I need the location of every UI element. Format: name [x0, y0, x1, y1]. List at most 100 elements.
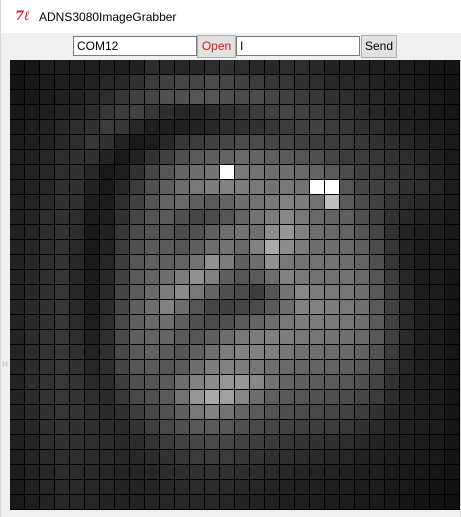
pixel-cell — [325, 270, 339, 284]
pixel-cell — [10, 75, 24, 89]
pixel-cell — [25, 165, 39, 179]
pixel-cell — [430, 345, 444, 359]
pixel-cell — [175, 450, 189, 464]
pixel-cell — [370, 150, 384, 164]
pixel-cell — [295, 165, 309, 179]
pixel-cell — [25, 120, 39, 134]
pixel-cell — [340, 360, 354, 374]
pixel-cell — [355, 105, 369, 119]
pixel-cell — [85, 180, 99, 194]
pixel-cell — [385, 105, 399, 119]
pixel-cell — [295, 270, 309, 284]
pixel-cell — [340, 375, 354, 389]
send-button[interactable]: Send — [361, 35, 397, 58]
title-bar[interactable]: 7ℓ ADNS3080ImageGrabber — [1, 0, 461, 33]
pixel-cell — [115, 150, 129, 164]
pixel-cell — [445, 360, 459, 374]
pixel-cell — [25, 495, 39, 509]
pixel-cell — [130, 210, 144, 224]
pixel-cell — [70, 315, 84, 329]
pixel-cell — [160, 210, 174, 224]
pixel-cell — [145, 135, 159, 149]
pixel-cell — [175, 135, 189, 149]
pixel-cell — [295, 375, 309, 389]
pixel-cell — [325, 375, 339, 389]
pixel-cell — [40, 375, 54, 389]
pixel-cell — [100, 435, 114, 449]
pixel-cell — [70, 165, 84, 179]
pixel-cell — [85, 360, 99, 374]
pixel-cell — [130, 435, 144, 449]
pixel-cell — [115, 255, 129, 269]
pixel-cell — [430, 330, 444, 344]
pixel-cell — [40, 300, 54, 314]
pixel-cell — [175, 300, 189, 314]
pixel-cell — [130, 105, 144, 119]
pixel-cell — [145, 150, 159, 164]
pixel-cell — [175, 375, 189, 389]
pixel-cell — [40, 90, 54, 104]
pixel-cell — [400, 390, 414, 404]
pixel-cell — [430, 240, 444, 254]
pixel-cell — [205, 375, 219, 389]
pixel-cell — [430, 120, 444, 134]
pixel-cell — [205, 180, 219, 194]
pixel-cell — [70, 435, 84, 449]
pixel-cell — [355, 270, 369, 284]
pixel-cell — [265, 165, 279, 179]
pixel-cell — [10, 420, 24, 434]
pixel-cell — [85, 300, 99, 314]
pixel-cell — [325, 330, 339, 344]
pixel-cell — [265, 225, 279, 239]
pixel-cell — [310, 285, 324, 299]
pixel-cell — [85, 270, 99, 284]
pixel-cell — [370, 75, 384, 89]
pixel-cell — [220, 450, 234, 464]
command-input[interactable] — [236, 36, 360, 56]
pixel-cell — [10, 210, 24, 224]
pixel-cell — [25, 225, 39, 239]
pixel-cell — [415, 450, 429, 464]
open-button[interactable]: Open — [197, 35, 236, 58]
pixel-cell — [175, 120, 189, 134]
pixel-cell — [355, 90, 369, 104]
pixel-cell — [205, 405, 219, 419]
pixel-cell — [85, 495, 99, 509]
pixel-cell — [280, 195, 294, 209]
pixel-cell — [445, 165, 459, 179]
pixel-cell — [25, 465, 39, 479]
pixel-cell — [400, 330, 414, 344]
pixel-cell — [10, 90, 24, 104]
pixel-cell — [205, 420, 219, 434]
pixel-cell — [55, 255, 69, 269]
pixel-cell — [55, 330, 69, 344]
pixel-cell — [295, 195, 309, 209]
pixel-cell — [160, 315, 174, 329]
pixel-cell — [85, 345, 99, 359]
pixel-cell — [445, 90, 459, 104]
pixel-cell — [100, 345, 114, 359]
port-input[interactable] — [73, 36, 197, 56]
pixel-cell — [10, 390, 24, 404]
pixel-cell — [415, 495, 429, 509]
pixel-cell — [190, 240, 204, 254]
pixel-cell — [415, 390, 429, 404]
pixel-cell — [370, 315, 384, 329]
pixel-cell — [400, 405, 414, 419]
pixel-cell — [370, 375, 384, 389]
pixel-cell — [85, 150, 99, 164]
pixel-cell — [175, 195, 189, 209]
pixel-cell — [10, 180, 24, 194]
pixel-cell — [10, 240, 24, 254]
app-window: 7ℓ ADNS3080ImageGrabber Open Send H — [0, 0, 461, 517]
pixel-cell — [280, 450, 294, 464]
pixel-cell — [430, 165, 444, 179]
pixel-cell — [310, 405, 324, 419]
pixel-cell — [190, 390, 204, 404]
pixel-cell — [130, 165, 144, 179]
pixel-cell — [205, 285, 219, 299]
pixel-cell — [205, 105, 219, 119]
pixel-cell — [130, 465, 144, 479]
image-canvas[interactable] — [10, 60, 460, 510]
pixel-cell — [25, 420, 39, 434]
